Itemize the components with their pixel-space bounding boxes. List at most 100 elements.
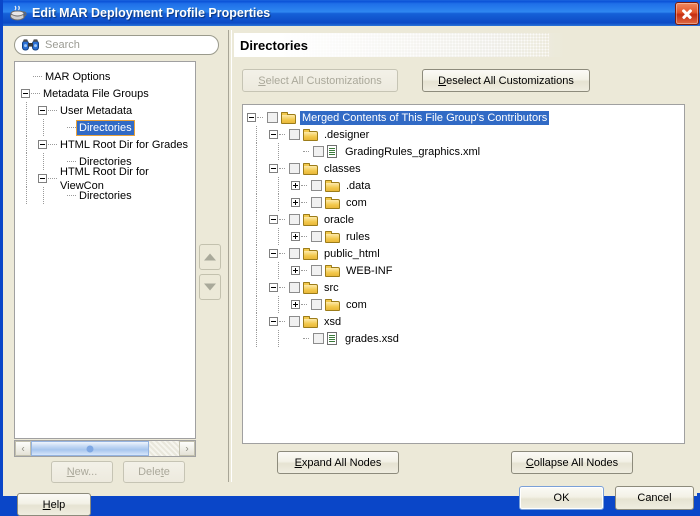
tree-connector xyxy=(279,252,285,255)
collapse-toggle-icon[interactable] xyxy=(269,164,278,173)
collapse-toggle-icon[interactable] xyxy=(38,106,47,115)
collapse-toggle-icon[interactable] xyxy=(269,130,278,139)
sidebar-item-mar-options[interactable]: MAR Options xyxy=(21,68,195,85)
tree-row[interactable]: com xyxy=(247,296,684,313)
new-button-label: New... xyxy=(66,466,98,478)
tree-row[interactable]: com xyxy=(247,194,684,211)
collapse-toggle-icon[interactable] xyxy=(247,113,256,122)
tree-row[interactable]: grades.xsd xyxy=(247,330,684,347)
window-title: Edit MAR Deployment Profile Properties xyxy=(32,6,271,20)
navigation-horizontal-scrollbar[interactable]: ‹ › xyxy=(14,440,196,457)
select-all-customizations-button[interactable]: Select All Customizations xyxy=(242,69,398,92)
tree-row[interactable]: Merged Contents of This File Group's Con… xyxy=(247,109,684,126)
node-checkbox[interactable] xyxy=(267,112,278,123)
node-checkbox[interactable] xyxy=(289,163,300,174)
expand-all-nodes-button[interactable]: Expand All Nodes xyxy=(277,451,399,474)
tree-row[interactable]: classes xyxy=(247,160,684,177)
tree-connector xyxy=(301,303,307,306)
tree-connector xyxy=(67,194,76,197)
node-checkbox[interactable] xyxy=(311,265,322,276)
sidebar-item-directories[interactable]: Directories xyxy=(21,187,195,204)
tree-connector xyxy=(67,160,76,163)
collapse-toggle-icon[interactable] xyxy=(269,283,278,292)
cancel-button[interactable]: Cancel xyxy=(615,486,694,510)
customization-buttons: Select All Customizations Deselect All C… xyxy=(242,69,590,92)
tree-connector xyxy=(301,235,307,238)
tree-guide-line xyxy=(26,153,28,170)
folder-icon xyxy=(303,281,318,294)
folder-icon xyxy=(281,111,296,124)
tree-connector xyxy=(279,218,285,221)
delete-button[interactable]: Delete xyxy=(123,461,185,483)
navigation-tree[interactable]: MAR Options Metadata File Groups User Meta… xyxy=(14,61,196,439)
tree-guide-line xyxy=(278,330,280,347)
collapse-toggle-icon[interactable] xyxy=(38,140,47,149)
expand-toggle-icon[interactable] xyxy=(291,198,300,207)
tree-row-label: grades.xsd xyxy=(345,332,399,345)
node-checkbox[interactable] xyxy=(289,316,300,327)
scrollbar-track[interactable] xyxy=(31,441,179,456)
tree-guide-line xyxy=(26,119,28,136)
sidebar-item-user-metadata[interactable]: User Metadata xyxy=(21,102,195,119)
deselect-all-customizations-button[interactable]: Deselect All Customizations xyxy=(422,69,590,92)
search-input[interactable]: Search xyxy=(14,35,219,55)
tree-row-label: com xyxy=(346,196,367,209)
node-checkbox[interactable] xyxy=(311,180,322,191)
node-checkbox[interactable] xyxy=(289,214,300,225)
tree-row-label: xsd xyxy=(324,315,342,328)
tree-row[interactable]: rules xyxy=(247,228,684,245)
new-button[interactable]: New... xyxy=(51,461,113,483)
scroll-right-arrow-icon[interactable]: › xyxy=(179,441,195,456)
sidebar-item-html-root-dir-for-grades[interactable]: HTML Root Dir for Grades xyxy=(21,136,195,153)
node-checkbox[interactable] xyxy=(289,129,300,140)
close-icon[interactable] xyxy=(675,2,699,25)
file-tree[interactable]: Merged Contents of This File Group's Con… xyxy=(242,104,685,444)
node-checkbox[interactable] xyxy=(289,248,300,259)
move-down-button[interactable] xyxy=(199,274,221,300)
node-checkbox[interactable] xyxy=(311,299,322,310)
tree-row[interactable]: src xyxy=(247,279,684,296)
sidebar-item-html-root-dir-for-viewcon[interactable]: HTML Root Dir for ViewCon xyxy=(21,166,195,192)
tree-row[interactable]: WEB-INF xyxy=(247,262,684,279)
tree-row-label: rules xyxy=(346,230,370,243)
node-checkbox[interactable] xyxy=(313,333,324,344)
tree-row[interactable]: .designer xyxy=(247,126,684,143)
node-checkbox[interactable] xyxy=(311,231,322,242)
scroll-left-arrow-icon[interactable]: ‹ xyxy=(15,441,31,456)
tree-connector xyxy=(279,133,285,136)
tree-row[interactable]: public_html xyxy=(247,245,684,262)
collapse-toggle-icon[interactable] xyxy=(21,89,30,98)
node-checkbox[interactable] xyxy=(313,146,324,157)
expand-toggle-icon[interactable] xyxy=(291,232,300,241)
move-up-button[interactable] xyxy=(199,244,221,270)
tree-row[interactable]: xsd xyxy=(247,313,684,330)
tree-guide-line xyxy=(256,143,258,160)
collapse-toggle-icon[interactable] xyxy=(269,249,278,258)
collapse-all-nodes-button[interactable]: Collapse All Nodes xyxy=(511,451,633,474)
tree-row[interactable]: oracle xyxy=(247,211,684,228)
scrollbar-thumb[interactable] xyxy=(31,441,149,456)
tree-row[interactable]: GradingRules_graphics.xml xyxy=(247,143,684,160)
collapse-toggle-icon[interactable] xyxy=(269,215,278,224)
tree-row[interactable]: .data xyxy=(247,177,684,194)
tree-connector xyxy=(301,201,307,204)
node-checkbox[interactable] xyxy=(311,197,322,208)
select-all-label: Select All Customizations xyxy=(258,74,382,87)
node-checkbox[interactable] xyxy=(289,282,300,293)
sidebar-item-metadata-file-groups[interactable]: Metadata File Groups xyxy=(21,85,195,102)
page-title: Directories xyxy=(240,37,308,53)
content-pane: Directories Select All Customizations De… xyxy=(234,31,696,510)
collapse-toggle-icon[interactable] xyxy=(38,174,47,183)
ok-button[interactable]: OK xyxy=(519,486,604,510)
tree-guide-line xyxy=(43,187,45,204)
tree-guide-line xyxy=(256,262,258,279)
collapse-toggle-icon[interactable] xyxy=(269,317,278,326)
expand-toggle-icon[interactable] xyxy=(291,266,300,275)
help-button[interactable]: Help xyxy=(17,493,91,516)
sidebar-item-directories[interactable]: Directories xyxy=(21,119,195,136)
folder-icon xyxy=(303,213,318,226)
expand-toggle-icon[interactable] xyxy=(291,300,300,309)
expand-toggle-icon[interactable] xyxy=(291,181,300,190)
tree-row-label: com xyxy=(346,298,367,311)
tree-connector xyxy=(279,320,285,323)
